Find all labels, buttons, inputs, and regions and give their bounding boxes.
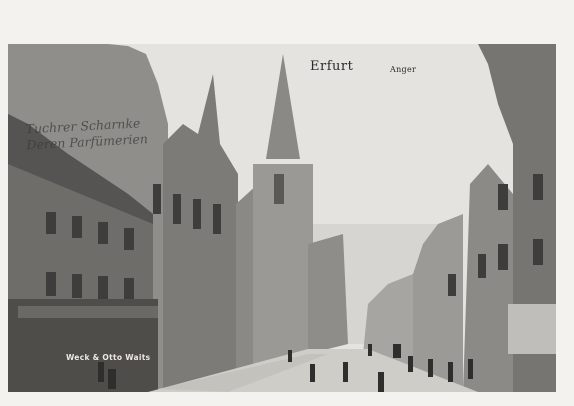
street-photo: Tuchrer Scharnke Deren Parfümerien Weck … [8, 44, 556, 392]
city-caption: Erfurt [310, 59, 354, 74]
shop-sign: Weck & Otto Waits [66, 353, 151, 362]
street-caption: Anger [390, 65, 417, 74]
tower-window [274, 174, 284, 204]
street-scene [8, 44, 556, 392]
shop-sign-board [18, 306, 158, 318]
left-far-buildings [308, 234, 348, 354]
right-awning [508, 304, 556, 354]
wall-advertisement: Tuchrer Scharnke Deren Parfümerien [25, 115, 156, 154]
postcard-frame: Tuchrer Scharnke Deren Parfümerien Weck … [0, 0, 574, 406]
